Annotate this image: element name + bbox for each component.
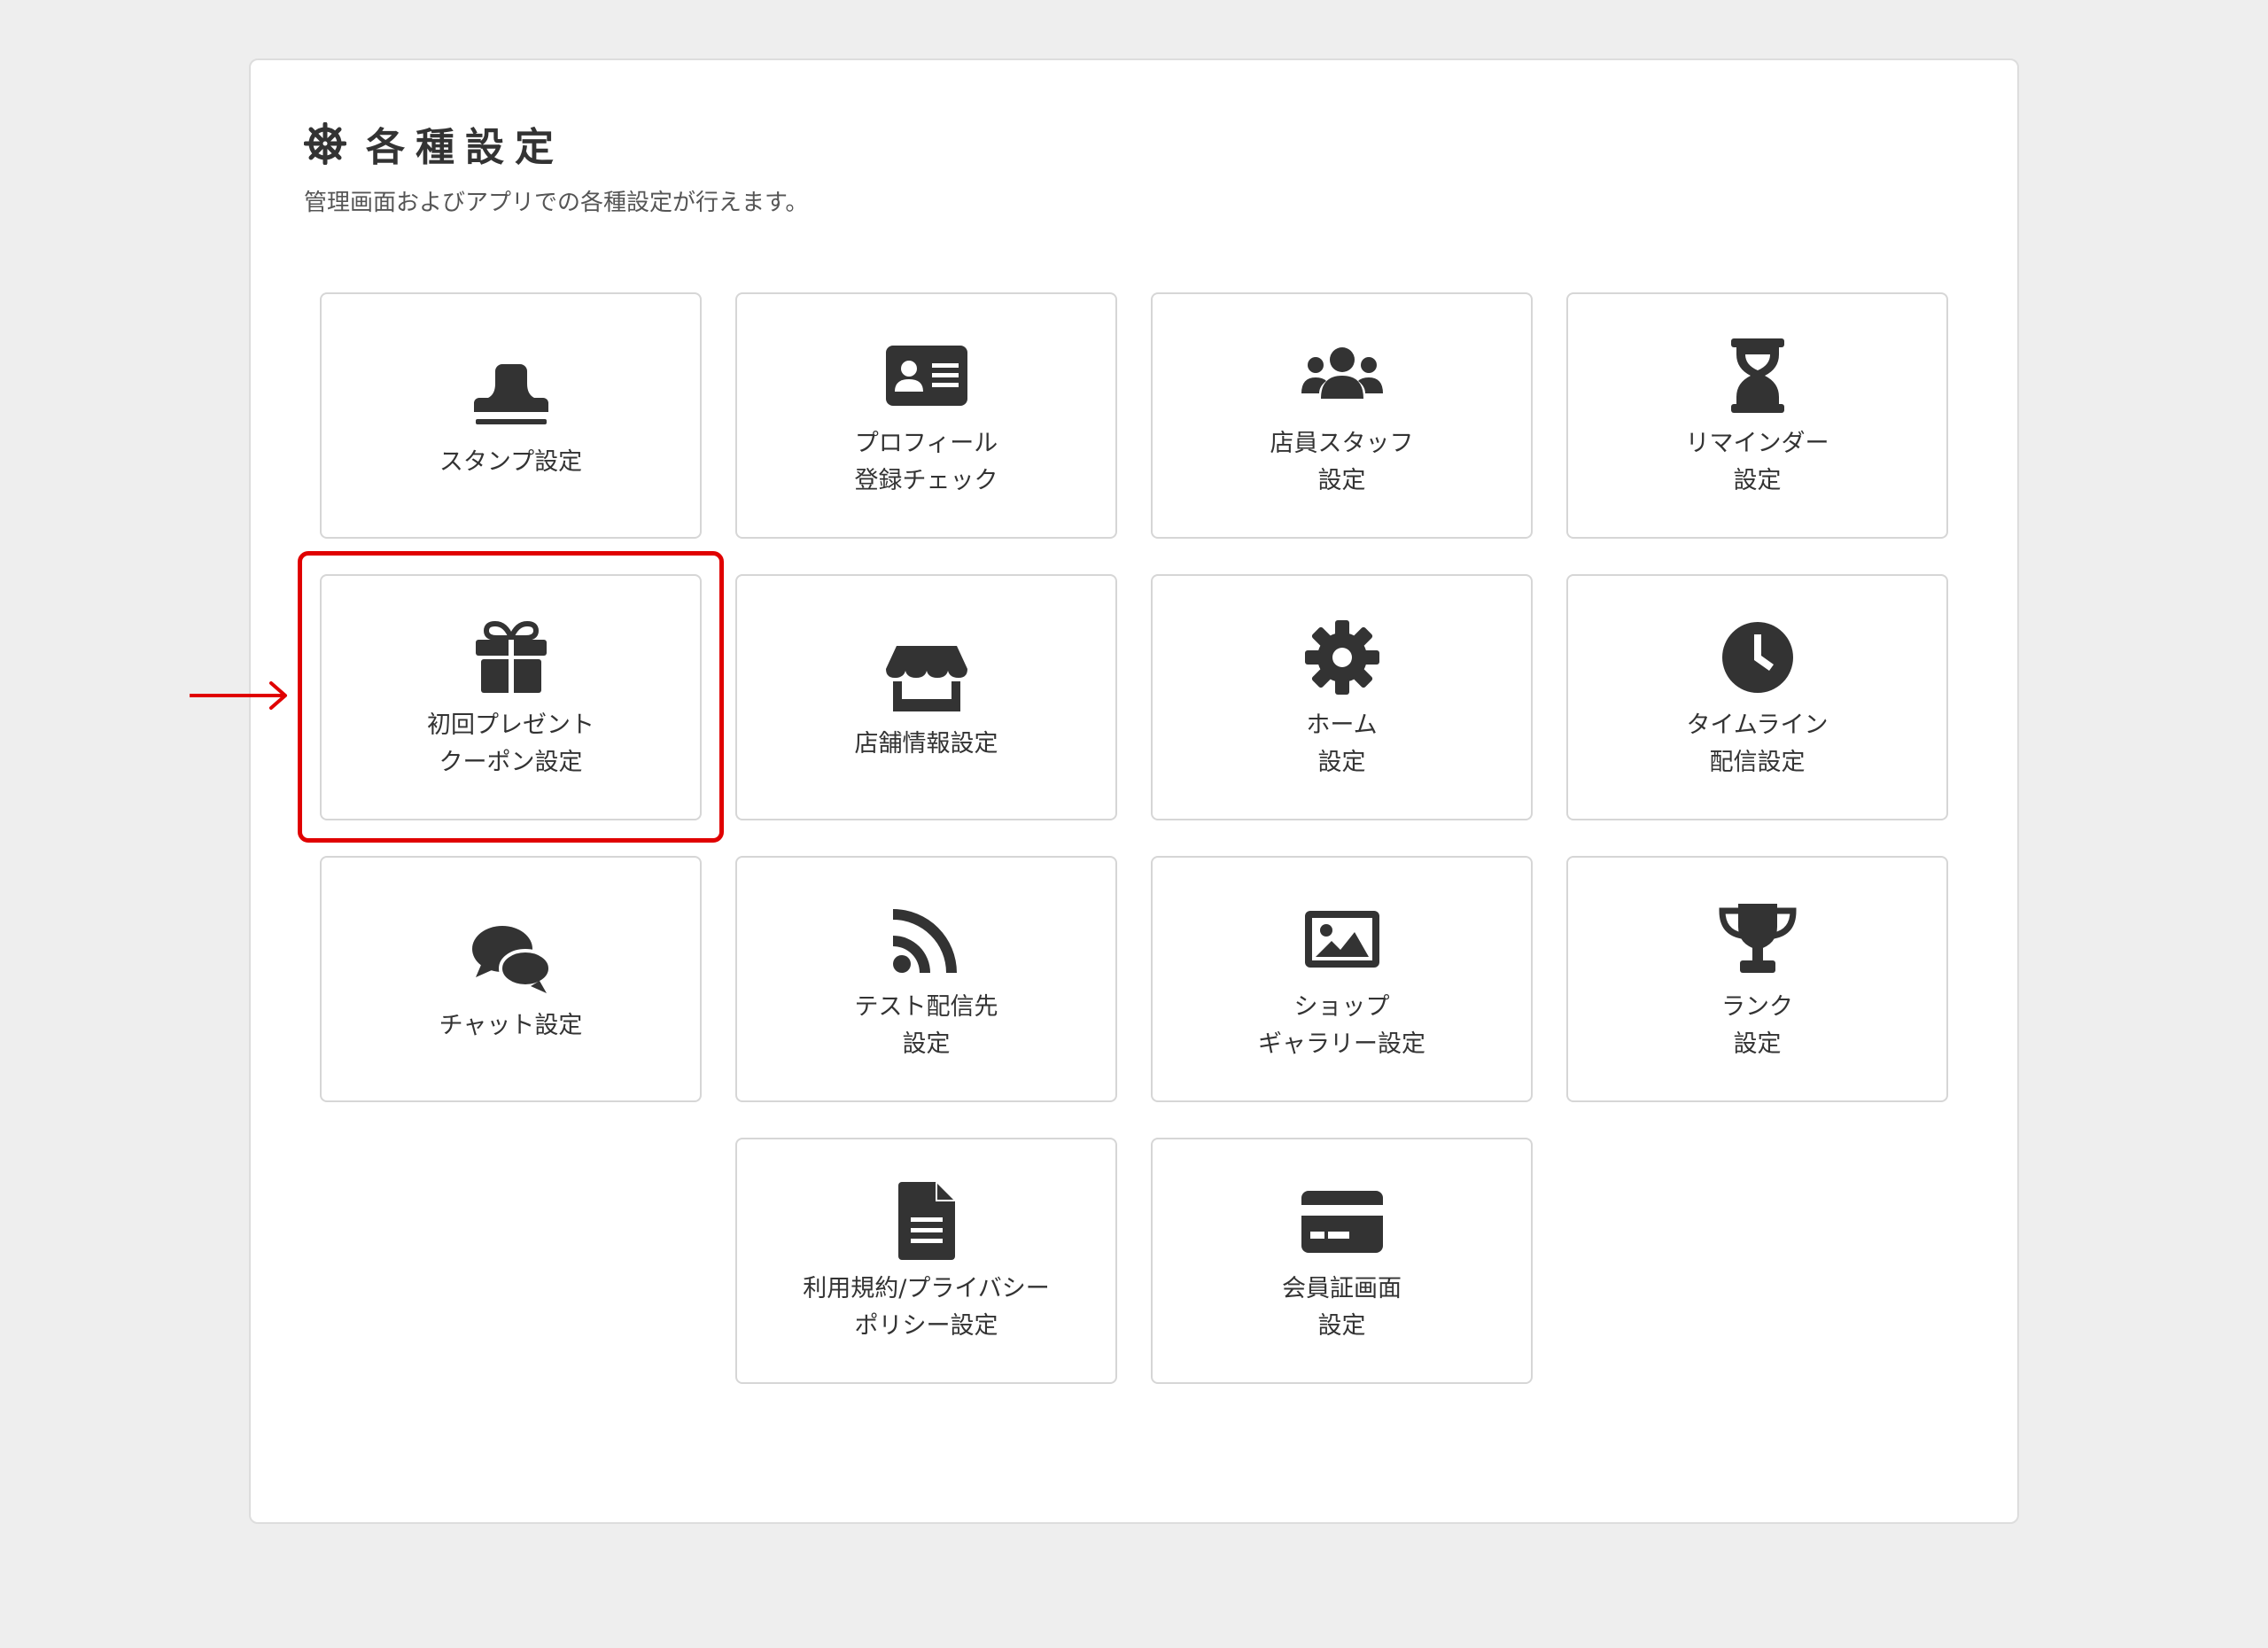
tile-label: ランク 設定 xyxy=(1721,993,1793,1058)
page-description: 管理画面およびアプリでの各種設定が行えます。 xyxy=(304,190,809,216)
tile-reminder-settings[interactable]: リマインダー 設定 xyxy=(1566,292,1948,539)
tile-rank-settings[interactable]: ランク 設定 xyxy=(1566,856,1948,1102)
page-title: 各種設定 xyxy=(366,125,564,170)
users-icon xyxy=(1298,331,1386,420)
tile-timeline-delivery[interactable]: タイムライン 配信設定 xyxy=(1566,574,1948,820)
highlight-box xyxy=(298,551,724,843)
arrow-right-icon xyxy=(188,680,289,711)
tile-profile-check[interactable]: プロフィール 登録チェック xyxy=(735,292,1117,539)
tile-test-delivery[interactable]: テスト配信先 設定 xyxy=(735,856,1117,1102)
tile-label: ホーム 設定 xyxy=(1306,711,1378,776)
tile-stamp-settings[interactable]: スタンプ設定 xyxy=(320,292,702,539)
trophy-icon xyxy=(1713,895,1802,983)
tile-label: チャット設定 xyxy=(439,1012,583,1039)
steering-wheel-icon xyxy=(304,122,346,165)
page-header: 各種設定 xyxy=(304,115,564,172)
document-icon xyxy=(882,1177,971,1265)
tile-chat-settings[interactable]: チャット設定 xyxy=(320,856,702,1102)
tile-home-settings[interactable]: ホーム 設定 xyxy=(1151,574,1533,820)
tile-label: 会員証画面 設定 xyxy=(1282,1275,1402,1340)
tile-label: 店舗情報設定 xyxy=(854,730,998,758)
tile-label: タイムライン 配信設定 xyxy=(1686,711,1829,776)
id-card-icon xyxy=(882,331,971,420)
hourglass-icon xyxy=(1713,331,1802,420)
tile-label: 店員スタッフ 設定 xyxy=(1270,430,1414,494)
tile-label: プロフィール 登録チェック xyxy=(854,430,998,494)
rss-icon xyxy=(882,895,971,983)
settings-grid: スタンプ設定 プロフィール 登録チェック 店員スタッフ 設定 リマインダー 設定… xyxy=(320,292,1950,1444)
credit-card-icon xyxy=(1298,1177,1386,1265)
tile-shop-gallery[interactable]: ショップ ギャラリー設定 xyxy=(1151,856,1533,1102)
clock-icon xyxy=(1713,613,1802,702)
chat-icon xyxy=(467,913,555,1002)
gear-icon xyxy=(1298,613,1386,702)
tile-terms-privacy[interactable]: 利用規約/プライバシー ポリシー設定 xyxy=(735,1138,1117,1384)
tile-label: 利用規約/プライバシー ポリシー設定 xyxy=(803,1275,1050,1340)
tile-label: ショップ ギャラリー設定 xyxy=(1258,993,1425,1058)
tile-staff-settings[interactable]: 店員スタッフ 設定 xyxy=(1151,292,1533,539)
tile-label: テスト配信先 設定 xyxy=(854,993,998,1058)
stamp-icon xyxy=(467,350,555,439)
store-icon xyxy=(882,632,971,720)
image-icon xyxy=(1298,895,1386,983)
tile-membership-card[interactable]: 会員証画面 設定 xyxy=(1151,1138,1533,1384)
tile-store-info[interactable]: 店舗情報設定 xyxy=(735,574,1117,820)
tile-label: スタンプ設定 xyxy=(439,448,583,476)
tile-label: リマインダー 設定 xyxy=(1685,430,1829,494)
